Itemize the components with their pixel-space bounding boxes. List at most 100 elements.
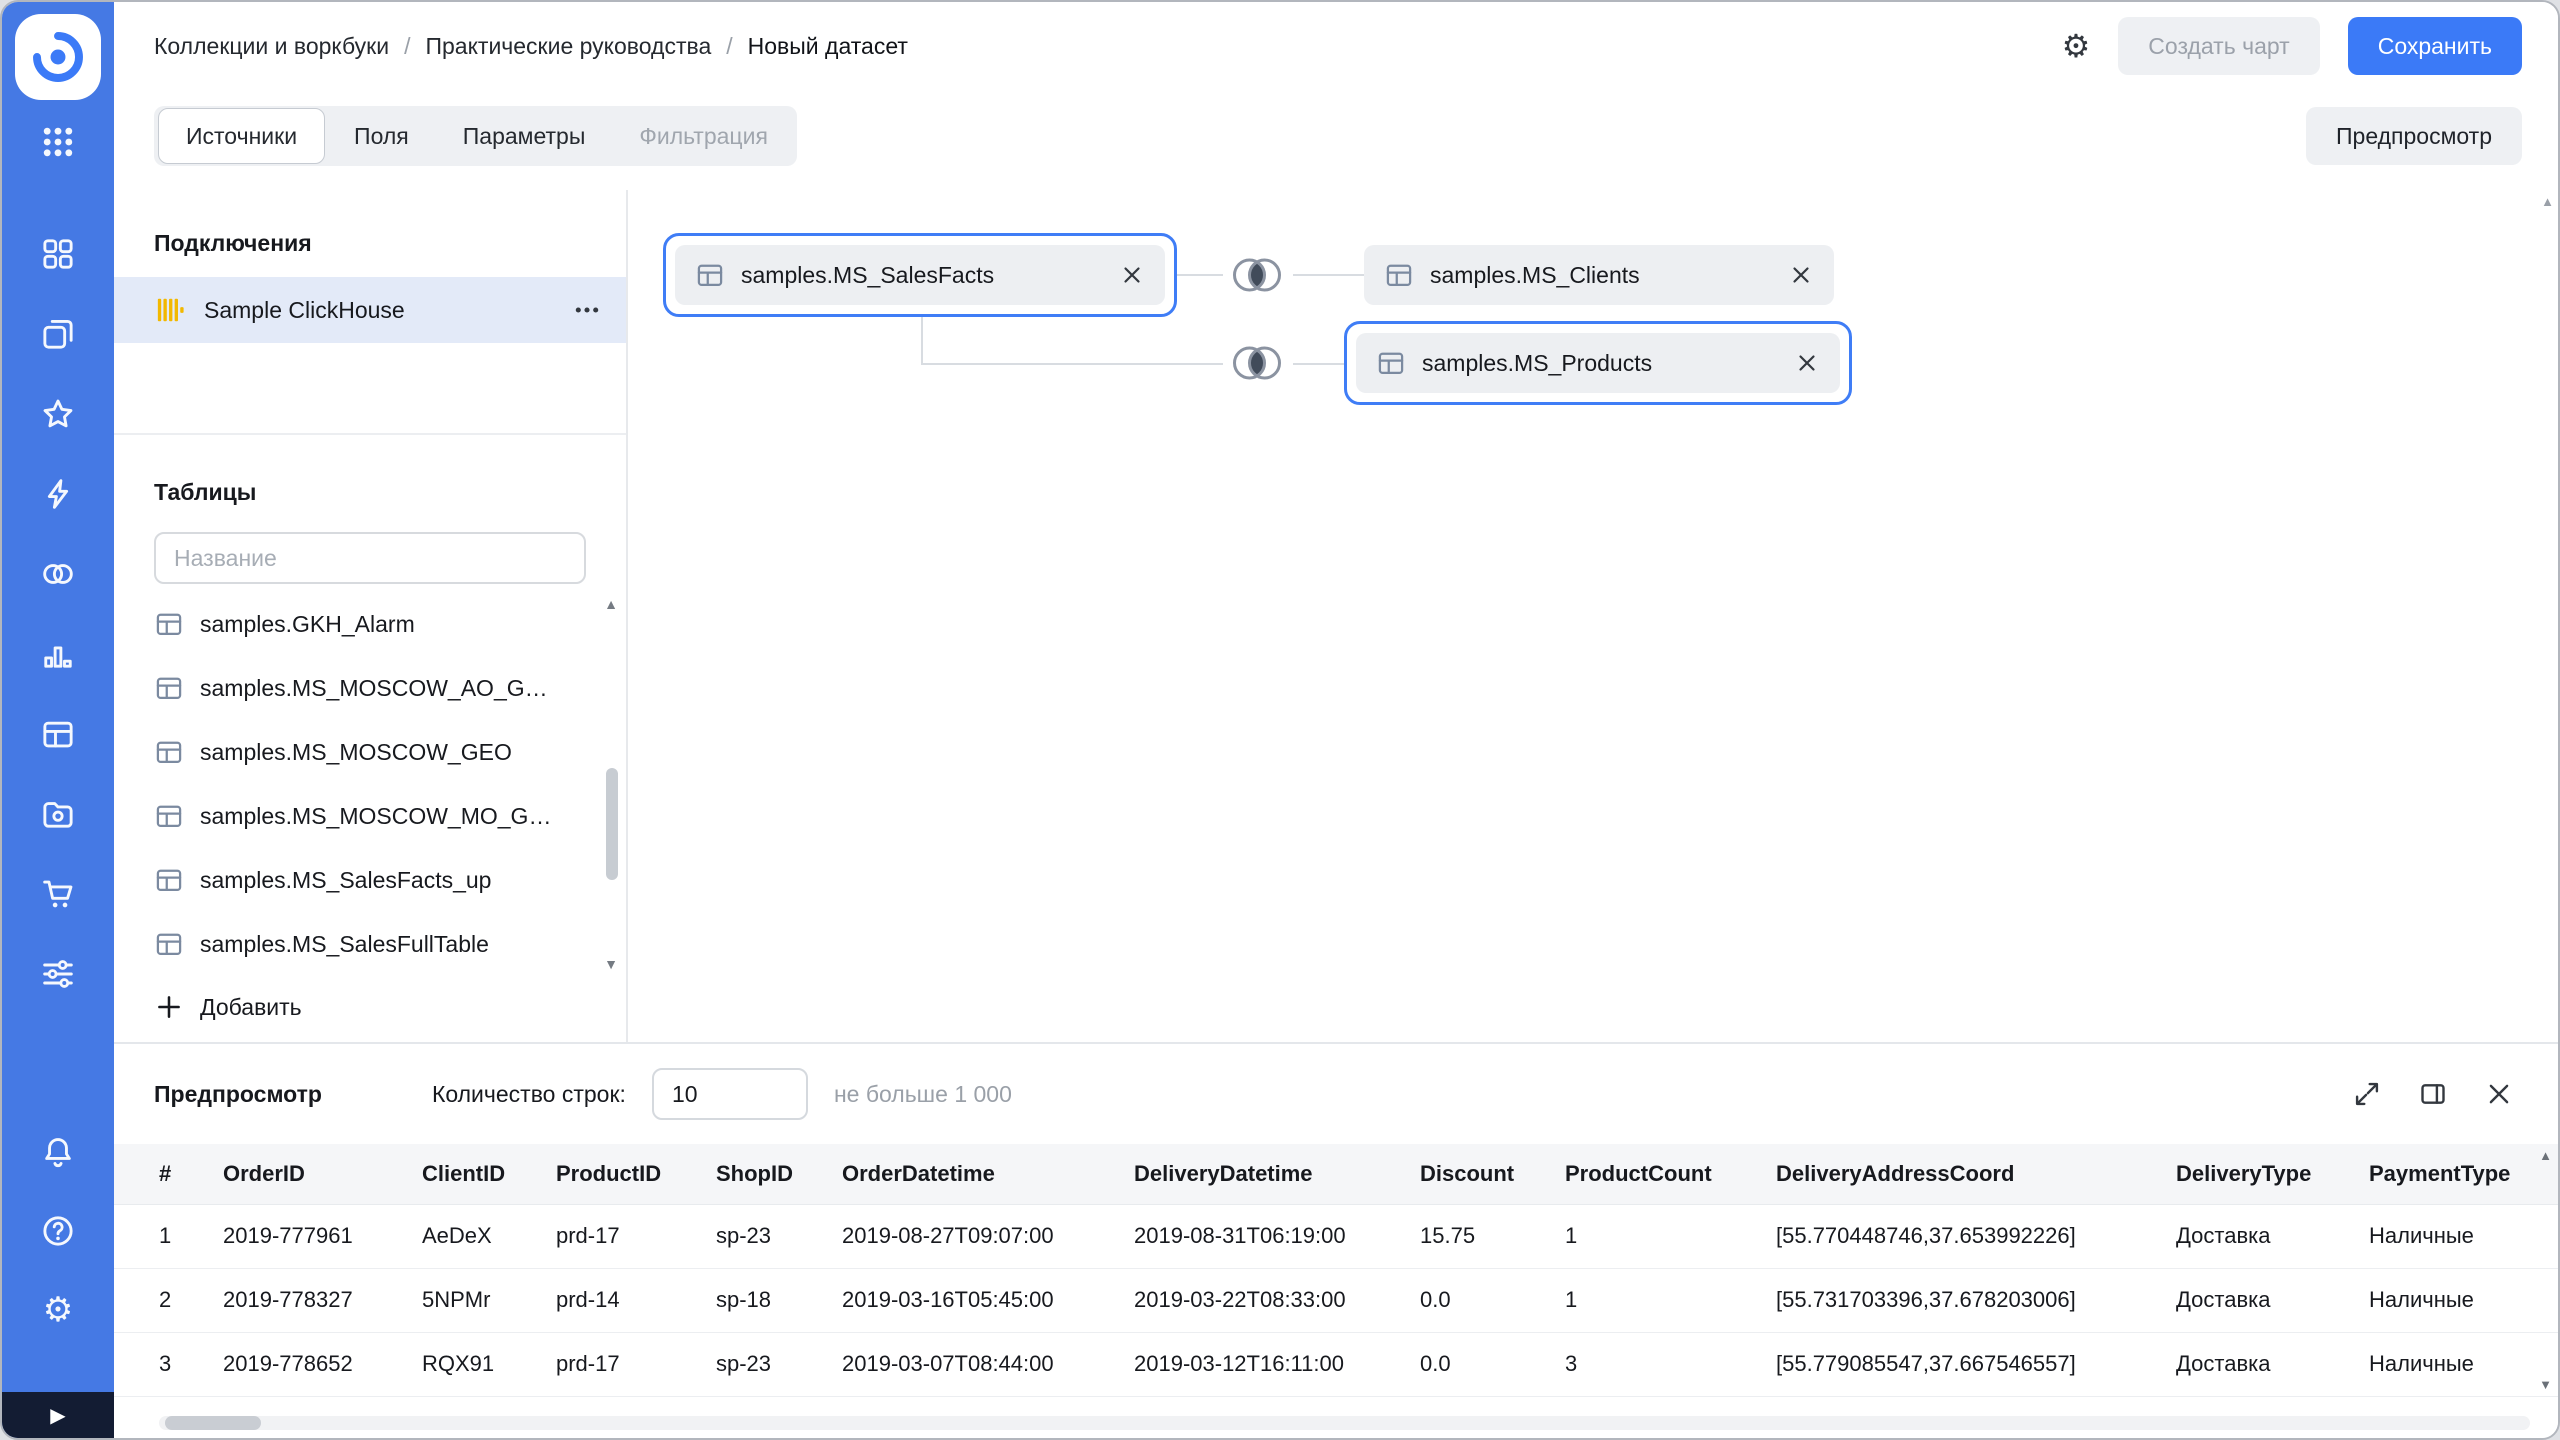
source-node-products[interactable]: samples.MS_Products: [1356, 333, 1840, 393]
remove-node-icon[interactable]: [1788, 262, 1814, 288]
table-cell: Наличные: [2369, 1268, 2558, 1332]
breadcrumb-workbook[interactable]: Практические руководства: [425, 33, 711, 60]
table-icon: [1376, 348, 1406, 378]
table-icon: [695, 260, 725, 290]
table-name: samples.MS_SalesFacts_up: [200, 867, 491, 894]
list-scrollbar-thumb[interactable]: [606, 768, 618, 880]
table-cell: 3: [1565, 1332, 1776, 1396]
table-list-item[interactable]: samples.MS_SalesFacts_up: [114, 848, 626, 912]
connections-panel: Подключения Sample ClickHouse Таблицы: [114, 190, 628, 1042]
collapse-sidebar-button[interactable]: ▶: [2, 1392, 114, 1438]
dataset-settings-gear-icon[interactable]: ⚙: [2062, 30, 2091, 62]
breadcrumb: Коллекции и воркбуки / Практические руко…: [154, 33, 908, 60]
datalens-logo[interactable]: [15, 14, 101, 100]
table-name: samples.MS_MOSCOW_MO_G…: [200, 803, 551, 830]
column-header: DeliveryType: [2176, 1144, 2369, 1204]
column-header: Discount: [1420, 1144, 1565, 1204]
sources-canvas: samples.MS_SalesFacts samples.MS_Clients…: [630, 190, 2558, 1042]
column-header: ShopID: [716, 1144, 842, 1204]
row-count-hint: не больше 1 000: [834, 1081, 1012, 1108]
connection-item-sample-clickhouse[interactable]: Sample ClickHouse: [114, 277, 626, 343]
tables-icon[interactable]: [34, 710, 82, 758]
table-list-item[interactable]: samples.MS_MOSCOW_MO_G…: [114, 784, 626, 848]
list-scroll-up-icon[interactable]: ▲: [604, 596, 618, 612]
table-cell: [55.731703396,37.678203006]: [1776, 1268, 2176, 1332]
preview-toggle-button[interactable]: Предпросмотр: [2306, 107, 2522, 165]
marketplace-cart-icon[interactable]: [34, 870, 82, 918]
connector-line: [1175, 274, 1223, 276]
table-name: samples.MS_MOSCOW_GEO: [200, 739, 512, 766]
dock-panel-icon[interactable]: [2418, 1079, 2448, 1109]
breadcrumb-separator: /: [404, 33, 410, 60]
storage-folder-icon[interactable]: [34, 790, 82, 838]
canvas-scroll-up-icon[interactable]: ▲: [2541, 194, 2554, 209]
table-cell: 2019-08-31T06:19:00: [1134, 1204, 1420, 1268]
services-sliders-icon[interactable]: [34, 950, 82, 998]
preview-title: Предпросмотр: [154, 1081, 322, 1108]
plus-icon: [154, 992, 184, 1022]
tab-fields[interactable]: Поля: [327, 106, 436, 166]
table-list-item[interactable]: samples.GKH_Alarm: [114, 592, 626, 656]
notifications-bell-icon[interactable]: [34, 1128, 82, 1176]
remove-node-icon[interactable]: [1794, 350, 1820, 376]
inner-join-icon[interactable]: [1221, 252, 1293, 298]
table-icon: [154, 737, 184, 767]
table-row: 1 2019-777961 AeDeX prd-17 sp-23 2019-08…: [114, 1204, 2558, 1268]
preview-header-row: # OrderID ClientID ProductID ShopID Orde…: [114, 1144, 2558, 1204]
table-cell: 1: [1565, 1204, 1776, 1268]
table-list-item[interactable]: samples.MS_MOSCOW_AO_G…: [114, 656, 626, 720]
add-table-button[interactable]: Добавить: [154, 992, 626, 1022]
clickhouse-icon: [154, 294, 186, 326]
table-row: 3 2019-778652 RQX91 prd-17 sp-23 2019-03…: [114, 1332, 2558, 1396]
dashboards-icon[interactable]: [34, 230, 82, 278]
table-cell: 2019-03-12T16:11:00: [1134, 1332, 1420, 1396]
table-cell: 2019-778327: [223, 1268, 422, 1332]
datasets-venn-icon[interactable]: [34, 550, 82, 598]
tabs-row: Источники Поля Параметры Фильтрация Пред…: [154, 106, 2522, 166]
connections-bolt-icon[interactable]: [34, 470, 82, 518]
tab-sources[interactable]: Источники: [158, 108, 325, 164]
table-cell: [55.779085547,37.667546557]: [1776, 1332, 2176, 1396]
table-search-input[interactable]: [154, 532, 586, 584]
collections-icon[interactable]: [34, 310, 82, 358]
tab-filtering[interactable]: Фильтрация: [612, 106, 795, 166]
tables-list: samples.GKH_Alarm samples.MS_MOSCOW_AO_G…: [114, 592, 626, 976]
preview-header: Предпросмотр Количество строк: не больше…: [114, 1044, 2558, 1144]
source-node-salesfacts[interactable]: samples.MS_SalesFacts: [675, 245, 1165, 305]
preview-scroll-up-icon[interactable]: ▲: [2539, 1148, 2552, 1163]
create-chart-button[interactable]: Создать чарт: [2118, 17, 2319, 75]
column-header: #: [114, 1144, 223, 1204]
node-selection-outline: samples.MS_Products: [1344, 321, 1852, 405]
table-cell: 2019-03-16T05:45:00: [842, 1268, 1134, 1332]
breadcrumb-collections[interactable]: Коллекции и воркбуки: [154, 33, 389, 60]
apps-grid-icon[interactable]: [34, 118, 82, 166]
remove-node-icon[interactable]: [1119, 262, 1145, 288]
inner-join-icon[interactable]: [1221, 340, 1293, 386]
settings-gear-icon[interactable]: ⚙: [34, 1286, 82, 1334]
list-scroll-down-icon[interactable]: ▼: [604, 956, 618, 972]
table-list-item[interactable]: samples.MS_SalesFullTable: [114, 912, 626, 976]
row-count-input[interactable]: [652, 1068, 808, 1120]
table-cell: 3: [114, 1332, 223, 1396]
tab-parameters[interactable]: Параметры: [436, 106, 613, 166]
left-rail: ⚙ ▶: [2, 2, 114, 1438]
close-preview-icon[interactable]: [2484, 1079, 2514, 1109]
favorites-star-icon[interactable]: [34, 390, 82, 438]
table-cell: Наличные: [2369, 1332, 2558, 1396]
horizontal-scrollbar[interactable]: [159, 1416, 2530, 1430]
source-node-clients[interactable]: samples.MS_Clients: [1364, 245, 1834, 305]
add-table-label: Добавить: [200, 994, 302, 1021]
preview-scroll-down-icon[interactable]: ▼: [2539, 1377, 2552, 1392]
dataset-tabs: Источники Поля Параметры Фильтрация: [154, 106, 797, 166]
table-list-item[interactable]: samples.MS_MOSCOW_GEO: [114, 720, 626, 784]
expand-preview-icon[interactable]: [2352, 1079, 2382, 1109]
help-icon[interactable]: [34, 1207, 82, 1255]
charts-icon[interactable]: [34, 630, 82, 678]
table-cell: 0.0: [1420, 1332, 1565, 1396]
horizontal-scrollbar-thumb[interactable]: [165, 1416, 261, 1430]
save-button[interactable]: Сохранить: [2348, 17, 2522, 75]
column-header: OrderID: [223, 1144, 422, 1204]
table-cell: 2019-03-07T08:44:00: [842, 1332, 1134, 1396]
breadcrumb-current: Новый датасет: [748, 33, 908, 60]
connection-more-menu-icon[interactable]: [572, 295, 602, 325]
